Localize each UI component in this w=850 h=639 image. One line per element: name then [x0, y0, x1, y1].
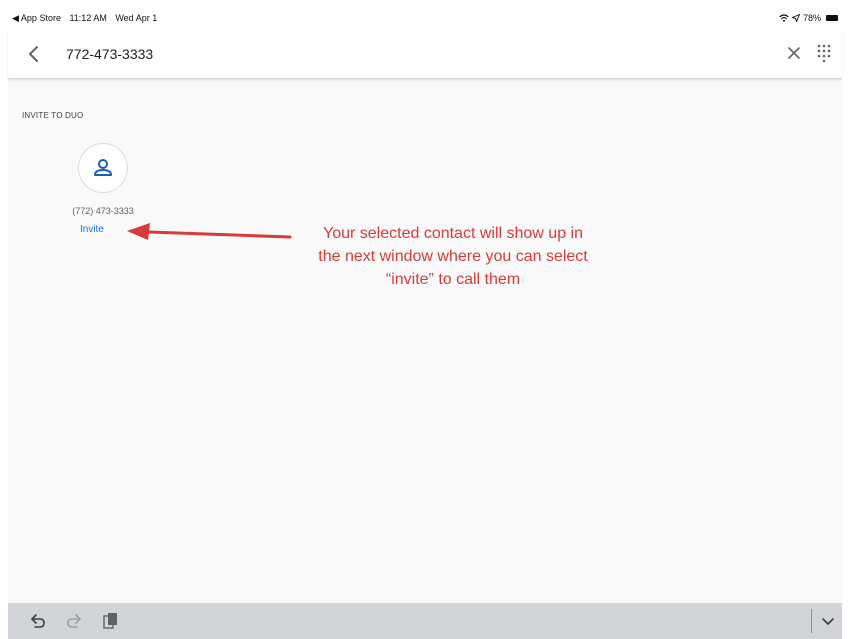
status-time: 11:12 AM: [69, 13, 107, 23]
status-date: Wed Apr 1: [115, 13, 158, 23]
search-header: 772-473-3333: [8, 30, 842, 79]
app-window: ◀ App Store 11:12 AM Wed Apr 1 78% 772-4…: [8, 8, 842, 639]
invite-button[interactable]: Invite: [80, 224, 104, 235]
annotation-line: Your selected contact will show up in: [323, 225, 583, 242]
status-bar: ◀ App Store 11:12 AM Wed Apr 1 78%: [8, 8, 842, 30]
undo-icon[interactable]: [28, 611, 48, 631]
back-to-app-store[interactable]: ◀ App Store: [12, 13, 61, 23]
status-right: 78%: [779, 13, 838, 23]
annotation-arrow-icon: [127, 223, 292, 240]
chevron-down-icon[interactable]: [818, 611, 838, 631]
battery-icon: [826, 15, 838, 21]
close-icon[interactable]: [784, 43, 804, 63]
section-label: INVITE TO DUO: [22, 111, 84, 120]
wifi-icon: [779, 14, 789, 22]
contact-number: (772) 473-3333: [72, 206, 134, 216]
search-input[interactable]: 772-473-3333: [66, 46, 153, 62]
person-icon: [94, 159, 112, 176]
location-icon: [791, 14, 800, 22]
keyboard-toolbar: [8, 603, 842, 639]
toolbar-divider: [811, 609, 812, 633]
paste-icon[interactable]: [100, 611, 120, 631]
annotation-line: the next window where you can select: [318, 248, 588, 265]
annotation-text: Your selected contact will show up in th…: [278, 222, 628, 291]
status-left: ◀ App Store 11:12 AM Wed Apr 1: [12, 13, 163, 24]
dialpad-icon[interactable]: [814, 43, 834, 63]
annotation-line: “invite” to call them: [385, 271, 521, 288]
redo-icon[interactable]: [64, 611, 84, 631]
battery-percent: 78%: [802, 13, 821, 23]
contact-avatar[interactable]: [78, 143, 128, 193]
chevron-left-icon[interactable]: [22, 42, 46, 66]
